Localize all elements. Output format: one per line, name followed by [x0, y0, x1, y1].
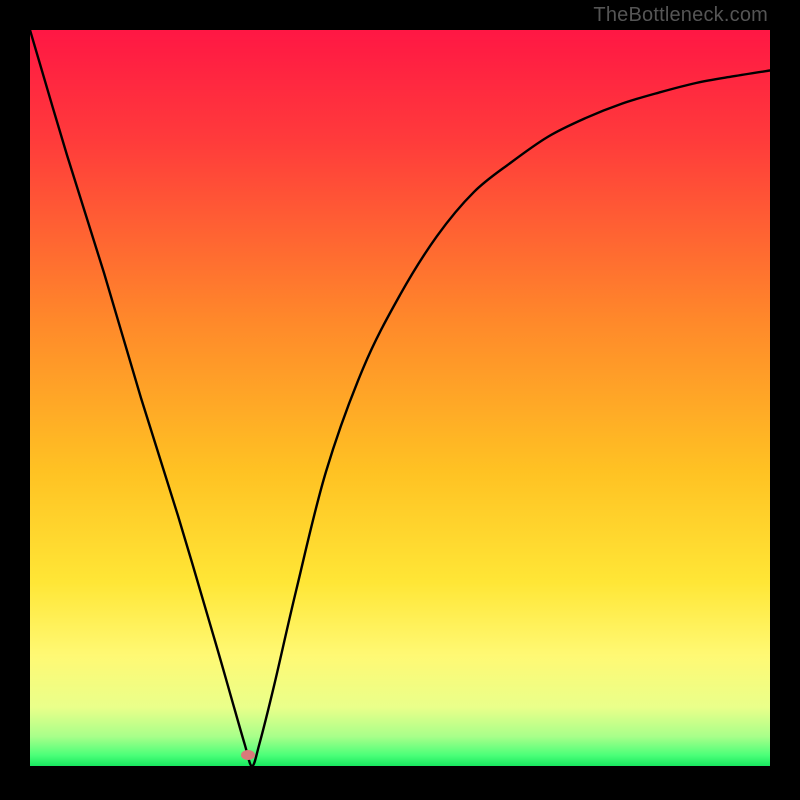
minimum-marker — [241, 750, 255, 760]
chart-container: TheBottleneck.com — [0, 0, 800, 800]
plot-area — [30, 30, 770, 766]
attribution-text: TheBottleneck.com — [593, 4, 768, 27]
bottleneck-curve — [30, 30, 770, 766]
